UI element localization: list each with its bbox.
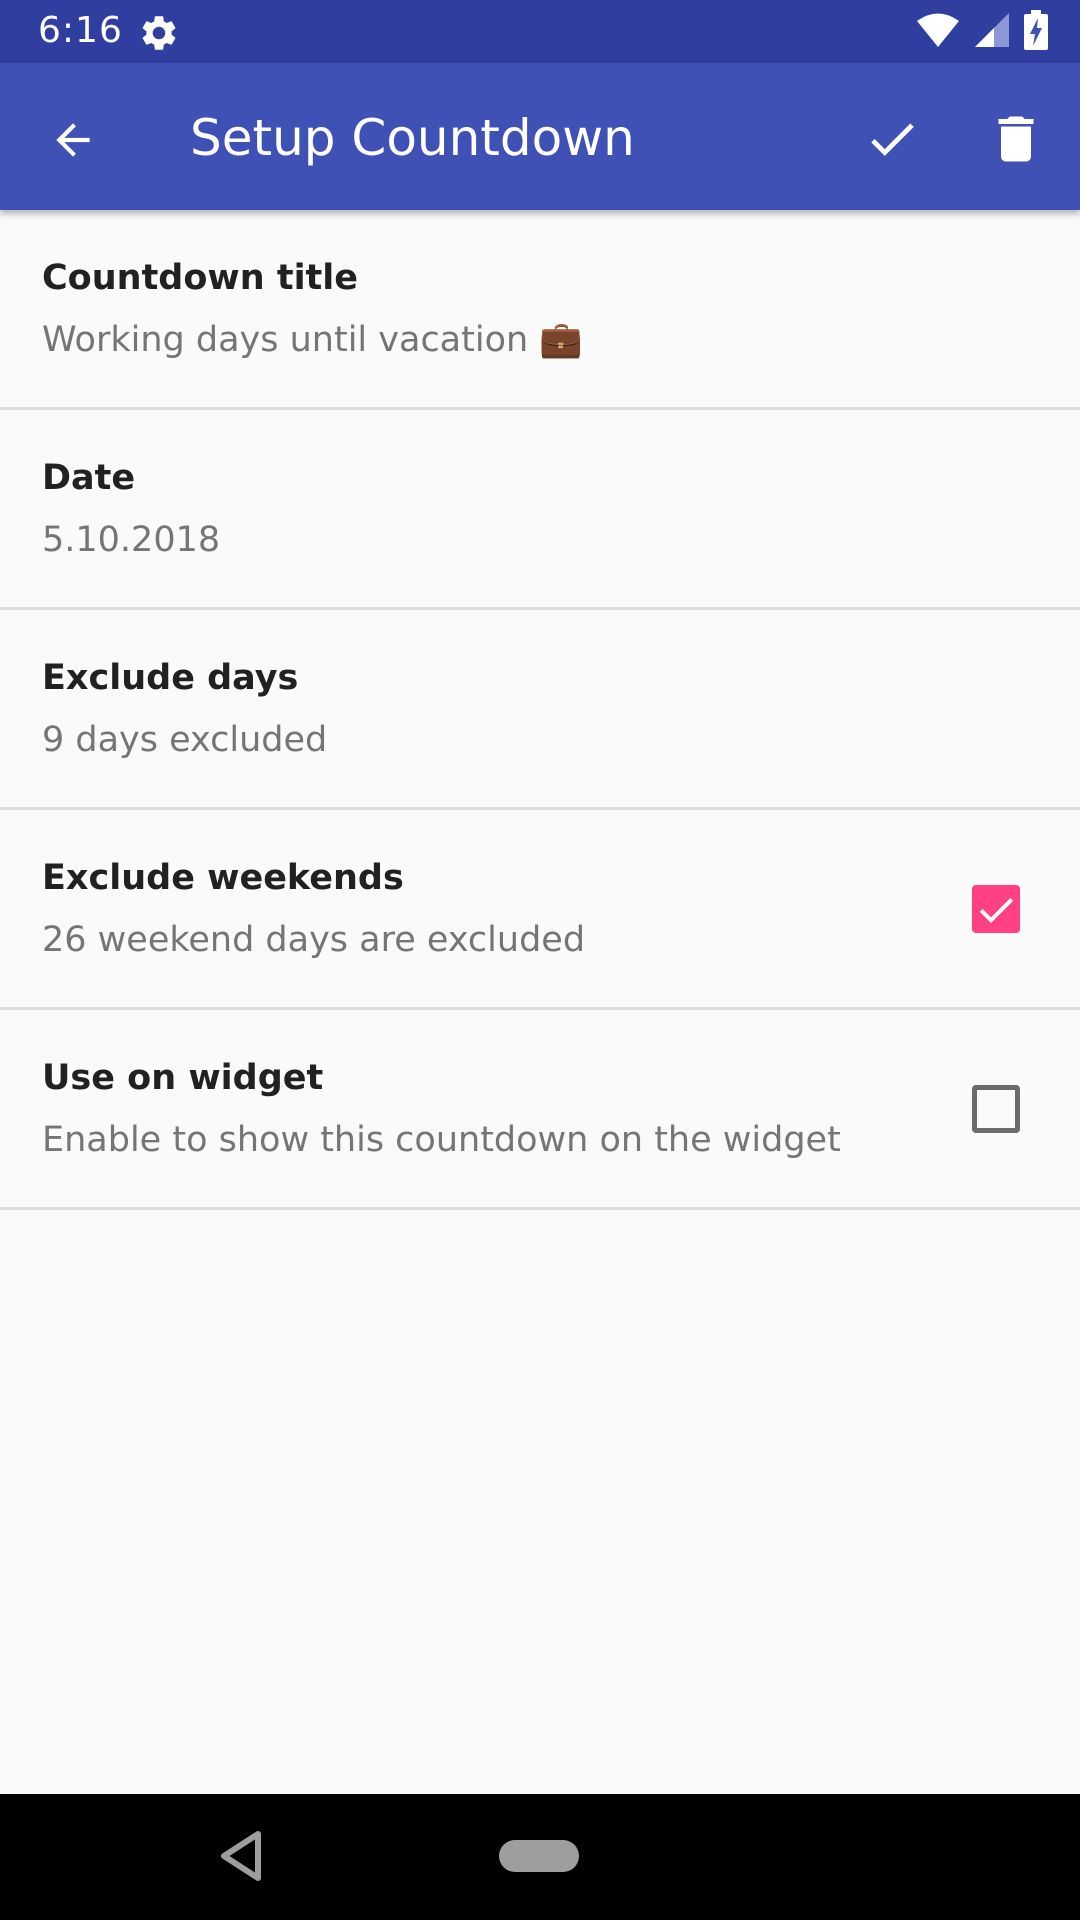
setting-summary: 5.10.2018 [42, 520, 221, 560]
settings-list: Countdown title Working days until vacat… [0, 210, 1080, 1210]
setting-use-on-widget[interactable]: Use on widget Enable to show this countd… [0, 1010, 1080, 1210]
setting-title: Exclude days [42, 658, 299, 698]
status-time: 6:16 [38, 10, 123, 51]
use-on-widget-checkbox[interactable] [972, 1085, 1020, 1133]
status-icons [916, 10, 1048, 54]
settings-gear-icon [138, 12, 180, 54]
page-title: Setup Countdown [190, 109, 635, 167]
delete-button[interactable] [976, 99, 1056, 179]
setting-summary: 26 weekend days are excluded [42, 920, 586, 960]
wifi-icon [916, 12, 960, 52]
setting-countdown-title[interactable]: Countdown title Working days until vacat… [0, 210, 1080, 410]
battery-charging-icon [1024, 10, 1048, 54]
setting-summary: Enable to show this countdown on the wid… [42, 1120, 841, 1160]
checkmark-icon [979, 898, 1014, 923]
setting-title: Date [42, 458, 136, 498]
nav-back-icon[interactable] [218, 1830, 264, 1882]
navigation-bar [0, 1794, 1080, 1920]
setting-summary: Working days until vacation 💼 [42, 320, 583, 360]
setting-summary: 9 days excluded [42, 720, 328, 760]
setting-title: Countdown title [42, 258, 359, 298]
back-button[interactable] [36, 103, 110, 177]
setting-exclude-weekends[interactable]: Exclude weekends 26 weekend days are exc… [0, 810, 1080, 1010]
trash-icon [998, 116, 1034, 162]
exclude-weekends-checkbox[interactable] [972, 885, 1020, 933]
cell-signal-icon [974, 12, 1010, 52]
setting-date[interactable]: Date 5.10.2018 [0, 410, 1080, 610]
setting-exclude-days[interactable]: Exclude days 9 days excluded [0, 610, 1080, 810]
setting-title: Exclude weekends [42, 858, 404, 898]
save-button[interactable] [852, 99, 932, 179]
check-icon [871, 123, 914, 156]
setting-title: Use on widget [42, 1058, 324, 1098]
status-bar: 6:16 [0, 0, 1080, 63]
nav-home-pill[interactable] [499, 1840, 579, 1872]
back-arrow-icon [56, 123, 90, 157]
app-bar: Setup Countdown [0, 63, 1080, 210]
